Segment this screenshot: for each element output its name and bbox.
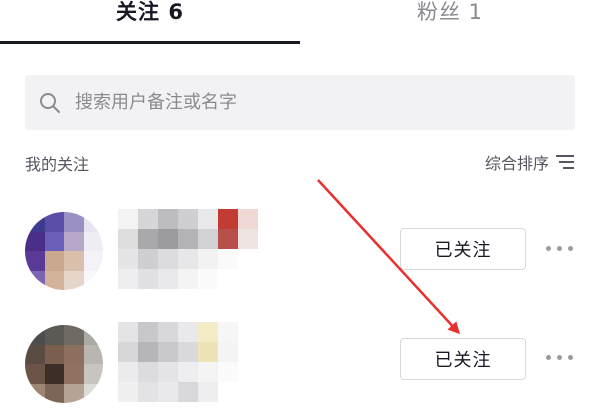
search-bar[interactable] [25, 75, 575, 130]
search-input[interactable] [75, 75, 555, 130]
section-title: 我的关注 [25, 155, 90, 174]
tab-bar: 关注 6 粉丝 1 [0, 0, 600, 46]
avatar[interactable] [25, 325, 103, 403]
more-dots-icon[interactable] [542, 239, 578, 259]
list-item[interactable]: 已关注 [0, 308, 600, 408]
blurred-username [118, 209, 258, 289]
more-dots-icon[interactable] [542, 348, 578, 368]
sort-button[interactable]: 综合排序 [485, 150, 575, 174]
avatar[interactable] [25, 212, 103, 290]
search-icon [40, 93, 60, 113]
blurred-username [118, 322, 258, 402]
tab-following[interactable]: 关注 6 [0, 0, 300, 42]
sort-label: 综合排序 [484, 154, 549, 173]
sort-lines-icon [556, 155, 574, 169]
following-button[interactable]: 已关注 [400, 228, 526, 270]
list-item[interactable]: 已关注 [0, 195, 600, 295]
following-button[interactable]: 已关注 [400, 338, 526, 380]
active-tab-indicator [0, 41, 300, 44]
tab-fans[interactable]: 粉丝 1 [300, 0, 600, 42]
